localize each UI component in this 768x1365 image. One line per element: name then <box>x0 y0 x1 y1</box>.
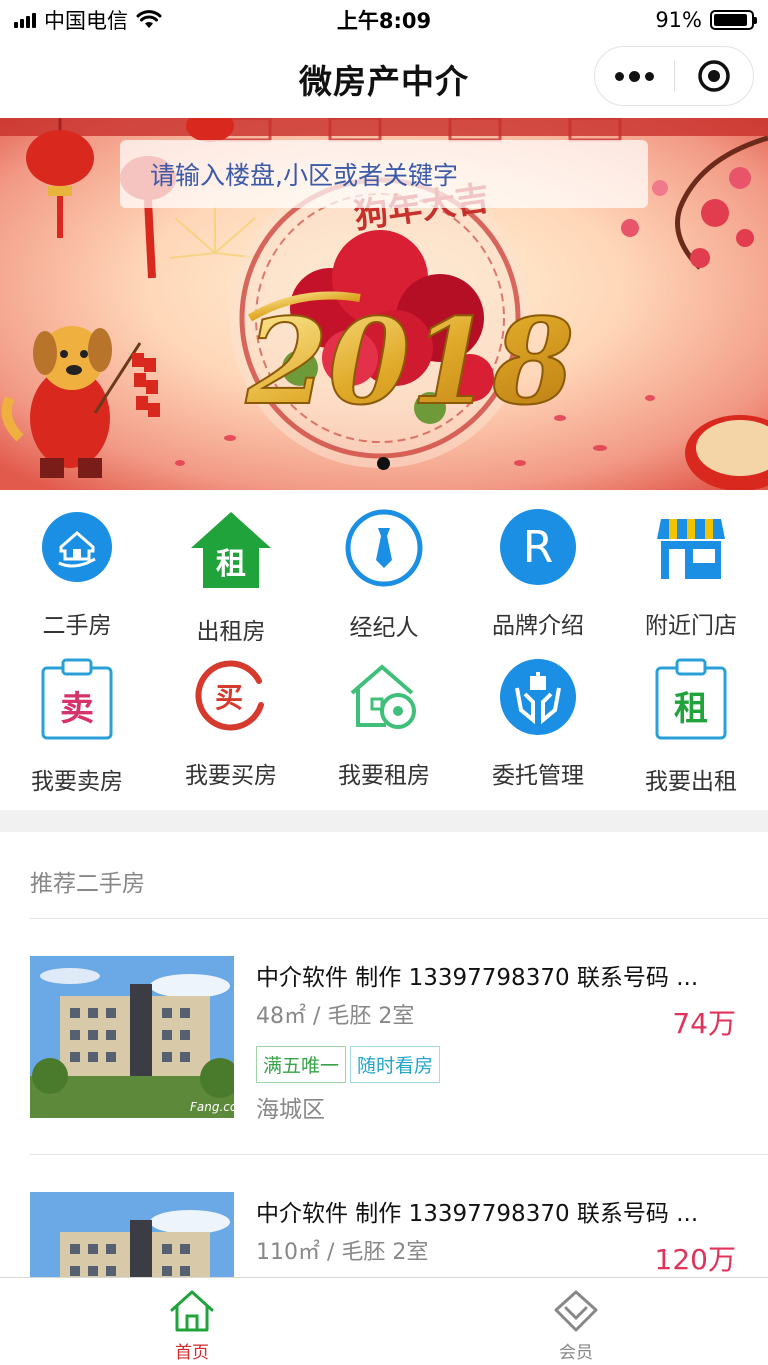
menu-item-brand[interactable]: R 品牌介绍 <box>461 490 615 640</box>
house-spec: 110㎡ / 毛胚 2室 <box>256 1240 429 1265</box>
tab-label: 会员 <box>559 1343 593 1363</box>
house-tags: 满五唯一 随时看房 <box>256 1046 441 1083</box>
target-close-icon <box>698 60 730 92</box>
house-title: 中介软件 制作 13397798370 联系号码 ... <box>256 1201 699 1227</box>
menu-label: 附近门店 <box>645 613 737 639</box>
battery-percent: 91% <box>655 8 702 32</box>
more-dots-icon <box>614 70 654 82</box>
house-price: 74万 <box>672 1007 736 1040</box>
home-icon <box>170 1290 214 1332</box>
menu-label: 品牌介绍 <box>492 613 584 639</box>
buy-circle-icon: 买 <box>189 658 273 736</box>
recommend-section: 推荐二手房 Fang.com <box>0 832 768 1277</box>
status-left: 中国电信 <box>14 5 162 35</box>
section-title: 推荐二手房 <box>30 871 145 897</box>
house-district: 海城区 <box>256 1097 325 1123</box>
menu-item-nearby-store[interactable]: 附近门店 <box>614 490 768 640</box>
menu-label: 我要出租 <box>645 769 737 795</box>
carousel-indicator-dot[interactable] <box>377 457 390 470</box>
tab-bar: 首页 会员 <box>0 1277 768 1365</box>
section-separator <box>0 810 768 832</box>
rent-glyph: 租 <box>674 689 708 729</box>
tab-label: 首页 <box>175 1343 209 1363</box>
diamond-icon <box>554 1290 598 1332</box>
house-price: 120万 <box>654 1243 736 1276</box>
house-thumbnail <box>30 1192 234 1277</box>
banner-carousel[interactable]: 狗年大吉 2018 <box>0 118 768 490</box>
feature-grid: 二手房 租 出租房 经纪人 R 品牌介绍 附近门店 卖 我要卖房 买 我要买房 … <box>0 490 768 810</box>
menu-item-rent-seek[interactable]: 我要租房 <box>307 640 461 790</box>
status-bar: 中国电信 上午8:09 91% <box>0 0 768 40</box>
sell-clipboard-icon: 卖 <box>35 658 119 742</box>
house-title: 中介软件 制作 13397798370 联系号码 ... <box>256 965 699 991</box>
menu-item-rental[interactable]: 租 出租房 <box>154 490 308 645</box>
fang-watermark: Fang.com <box>190 1100 234 1114</box>
house-key-icon <box>342 658 426 736</box>
svg-text:R: R <box>523 522 554 573</box>
nav-bar: 微房产中介 <box>0 40 768 118</box>
house-thumbnail: Fang.com <box>30 956 234 1118</box>
battery-icon <box>710 10 757 30</box>
buy-glyph: 买 <box>215 681 243 714</box>
menu-label: 经纪人 <box>349 615 419 641</box>
house-hand-icon <box>35 508 119 586</box>
menu-item-agent[interactable]: 经纪人 <box>307 490 461 641</box>
brand-r-icon: R <box>496 508 580 586</box>
menu-item-second-hand[interactable]: 二手房 <box>0 490 154 640</box>
wifi-icon <box>136 10 162 28</box>
close-button[interactable] <box>675 47 754 105</box>
menu-item-entrust[interactable]: 委托管理 <box>461 640 615 790</box>
search-input[interactable]: 请输入楼盘,小区或者关键字 <box>120 140 648 208</box>
divider <box>30 1154 768 1155</box>
mini-program-capsule <box>594 46 754 106</box>
house-list-item[interactable]: 中介软件 制作 13397798370 联系号码 ... 110㎡ / 毛胚 2… <box>0 1158 768 1277</box>
search-placeholder: 请输入楼盘,小区或者关键字 <box>150 161 458 190</box>
menu-label: 二手房 <box>42 613 112 639</box>
sell-glyph: 卖 <box>60 689 94 729</box>
more-button[interactable] <box>595 47 674 105</box>
tag-badge: 满五唯一 <box>256 1046 347 1083</box>
house-list-item[interactable]: Fang.com 中介软件 制作 13397798370 联系号码 ... 48… <box>0 922 768 1123</box>
rent-house-icon: 租 <box>189 508 273 592</box>
rent-glyph: 租 <box>216 547 246 582</box>
divider <box>30 918 768 919</box>
menu-item-buy[interactable]: 买 我要买房 <box>154 640 308 790</box>
menu-item-lease-out[interactable]: 租 我要出租 <box>614 640 768 795</box>
rent-clipboard-icon: 租 <box>649 658 733 742</box>
menu-label: 我要卖房 <box>31 769 123 795</box>
year-calligraphy: 2018 <box>245 292 574 431</box>
battery-fill <box>714 14 747 26</box>
status-right: 91% <box>655 8 757 32</box>
menu-label: 委托管理 <box>492 763 584 789</box>
tab-member[interactable]: 会员 <box>384 1278 768 1365</box>
menu-label: 我要租房 <box>338 763 430 789</box>
house-spec: 48㎡ / 毛胚 2室 <box>256 1004 415 1029</box>
store-icon <box>649 508 733 586</box>
tie-icon <box>342 508 426 588</box>
carrier-label: 中国电信 <box>44 9 128 33</box>
menu-item-sell[interactable]: 卖 我要卖房 <box>0 640 154 795</box>
hands-gift-icon <box>496 658 580 736</box>
page-title: 微房产中介 <box>299 62 469 101</box>
menu-label: 我要买房 <box>185 763 277 789</box>
tag-badge: 随时看房 <box>350 1046 441 1083</box>
signal-icon <box>14 12 36 28</box>
tab-home[interactable]: 首页 <box>0 1278 384 1365</box>
